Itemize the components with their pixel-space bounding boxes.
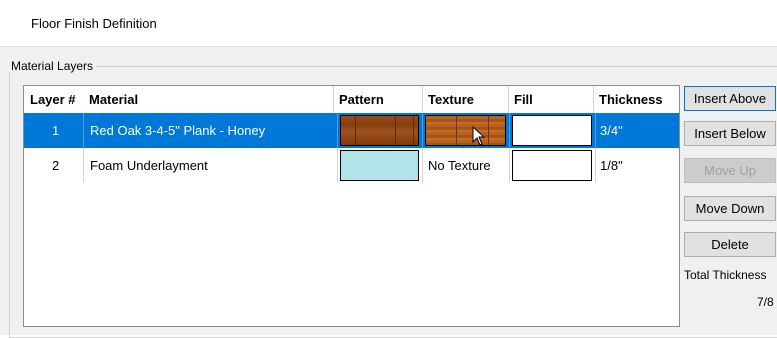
material-name: Foam Underlayment: [90, 158, 208, 173]
move-down-button[interactable]: Move Down: [684, 196, 776, 221]
layer-number: 2: [52, 158, 60, 173]
material-layers-table: Layer # Material Pattern Texture Fill Th…: [23, 85, 680, 327]
column-divider: [595, 113, 596, 148]
dialog-title: Floor Finish Definition: [31, 16, 157, 31]
column-divider: [509, 148, 510, 183]
column-header-pattern[interactable]: Pattern: [333, 86, 416, 113]
column-divider: [595, 148, 596, 183]
floor-finish-dialog: Floor Finish Definition Material Layers …: [0, 0, 777, 338]
layer-number: 1: [52, 123, 60, 138]
column-divider: [83, 113, 84, 148]
column-divider: [422, 113, 423, 148]
material-name: Red Oak 3-4-5" Plank - Honey: [90, 123, 266, 138]
insert-above-button[interactable]: Insert Above: [684, 86, 776, 111]
fill-swatch[interactable]: [512, 115, 592, 146]
pattern-swatch[interactable]: [340, 115, 419, 146]
fill-swatch[interactable]: [512, 150, 592, 181]
table-row[interactable]: 1 Red Oak 3-4-5" Plank - Honey 3/4": [24, 113, 679, 148]
column-divider: [337, 113, 338, 148]
thickness-value: 1/8": [600, 158, 623, 173]
column-header-layer[interactable]: Layer #: [30, 86, 76, 113]
insert-below-button[interactable]: Insert Below: [684, 121, 776, 146]
column-header-material[interactable]: Material: [89, 86, 138, 113]
mouse-cursor-icon: [472, 126, 486, 146]
pattern-swatch[interactable]: [340, 150, 419, 181]
move-up-button[interactable]: Move Up: [684, 158, 776, 183]
texture-swatch[interactable]: [425, 115, 506, 146]
delete-button[interactable]: Delete: [684, 232, 776, 257]
column-header-thickness[interactable]: Thickness: [593, 86, 679, 113]
column-header-fill[interactable]: Fill: [508, 86, 598, 113]
table-row[interactable]: 2 Foam Underlayment No Texture 1/8": [24, 148, 679, 183]
column-divider: [337, 148, 338, 183]
column-header-texture[interactable]: Texture: [422, 86, 508, 113]
column-divider: [509, 113, 510, 148]
dialog-titlebar: Floor Finish Definition: [0, 0, 777, 47]
thickness-value: 3/4": [600, 123, 623, 138]
total-thickness-value: 7/8: [757, 295, 774, 309]
material-layers-label: Material Layers: [9, 59, 97, 73]
column-divider: [83, 148, 84, 183]
column-divider: [422, 148, 423, 183]
total-thickness-label: Total Thickness: [684, 268, 767, 282]
texture-label: No Texture: [428, 158, 491, 173]
